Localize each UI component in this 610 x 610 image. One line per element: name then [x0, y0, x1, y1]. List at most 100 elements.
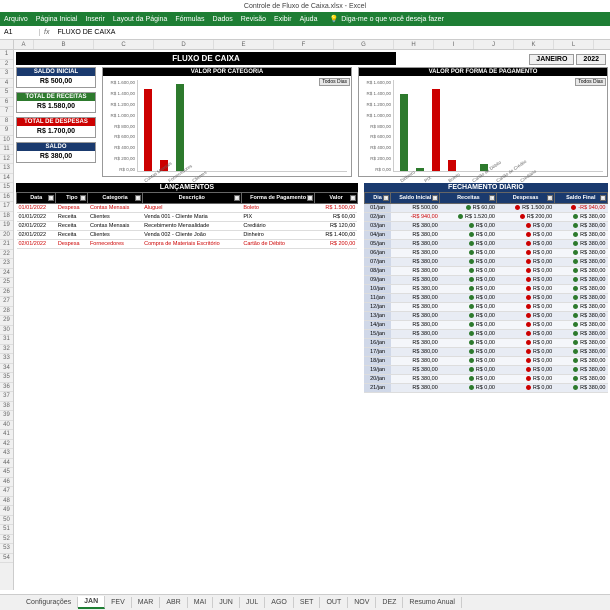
table-row[interactable]: 02/jan-R$ 940,00R$ 1.520,00R$ 200,00R$ 3… [364, 213, 607, 222]
fx-icon[interactable]: fx [40, 29, 53, 36]
column-header[interactable]: L [554, 40, 594, 49]
row-header[interactable]: 18 [0, 212, 13, 222]
table-header[interactable]: Forma de Pagamento▾ [241, 193, 315, 204]
table-row[interactable]: 10/janR$ 380,00R$ 0,00R$ 0,00R$ 380,00 [364, 285, 607, 294]
column-header[interactable]: D [154, 40, 214, 49]
row-header[interactable]: 48 [0, 497, 13, 507]
column-header[interactable]: A [14, 40, 34, 49]
formula-input[interactable]: FLUXO DE CAIXA [53, 29, 610, 36]
filter-dropdown-icon[interactable]: ▾ [234, 195, 240, 201]
row-header[interactable]: 22 [0, 250, 13, 260]
row-header[interactable]: 35 [0, 373, 13, 383]
row-header[interactable]: 9 [0, 126, 13, 136]
sheet-tab[interactable]: FEV [105, 597, 132, 608]
table-row[interactable]: 04/janR$ 380,00R$ 0,00R$ 0,00R$ 380,00 [364, 231, 607, 240]
table-row[interactable]: 16/janR$ 380,00R$ 0,00R$ 0,00R$ 380,00 [364, 339, 607, 348]
column-header[interactable]: E [214, 40, 274, 49]
row-header[interactable]: 41 [0, 430, 13, 440]
table-row[interactable]: 08/janR$ 380,00R$ 0,00R$ 0,00R$ 380,00 [364, 267, 607, 276]
ribbon-tab-layout[interactable]: Layout da Página [113, 16, 168, 23]
filter-dropdown-icon[interactable]: ▾ [307, 195, 313, 201]
sheet-tab[interactable]: Configurações [20, 597, 78, 608]
row-header[interactable]: 33 [0, 354, 13, 364]
tell-me[interactable]: 💡 Diga-me o que você deseja fazer [329, 15, 443, 23]
ribbon-tab-revisao[interactable]: Revisão [241, 16, 266, 23]
row-header[interactable]: 40 [0, 421, 13, 431]
table-row[interactable]: 07/janR$ 380,00R$ 0,00R$ 0,00R$ 380,00 [364, 258, 607, 267]
row-header[interactable]: 14 [0, 174, 13, 184]
table-header[interactable]: Despesas▾ [497, 193, 554, 204]
row-header[interactable]: 44 [0, 459, 13, 469]
row-header[interactable]: 49 [0, 506, 13, 516]
table-row[interactable]: 03/janR$ 380,00R$ 0,00R$ 0,00R$ 380,00 [364, 222, 607, 231]
table-row[interactable]: 01/01/2022ReceitaClientesVenda 001 - Cli… [17, 213, 358, 222]
row-header[interactable]: 50 [0, 516, 13, 526]
table-row[interactable]: 11/janR$ 380,00R$ 0,00R$ 0,00R$ 380,00 [364, 294, 607, 303]
row-header[interactable]: 51 [0, 525, 13, 535]
row-header[interactable]: 32 [0, 345, 13, 355]
chart-valor-pagamento[interactable]: VALOR POR FORMA DE PAGAMENTO Todos Dias … [358, 67, 608, 177]
table-row[interactable]: 19/janR$ 380,00R$ 0,00R$ 0,00R$ 380,00 [364, 366, 607, 375]
table-row[interactable]: 13/janR$ 380,00R$ 0,00R$ 0,00R$ 380,00 [364, 312, 607, 321]
table-row[interactable]: 02/01/2022ReceitaClientesVenda 002 - Cli… [17, 231, 358, 240]
filter-dropdown-icon[interactable]: ▾ [489, 195, 495, 201]
ribbon-tab-exibir[interactable]: Exibir [274, 16, 292, 23]
table-row[interactable]: 18/janR$ 380,00R$ 0,00R$ 0,00R$ 380,00 [364, 357, 607, 366]
row-header[interactable]: 23 [0, 259, 13, 269]
table-row[interactable]: 17/janR$ 380,00R$ 0,00R$ 0,00R$ 380,00 [364, 348, 607, 357]
column-header[interactable]: H [394, 40, 434, 49]
row-header[interactable]: 45 [0, 468, 13, 478]
ribbon-tab-arquivo[interactable]: Arquivo [4, 16, 28, 23]
sheet-tab[interactable]: MAR [132, 597, 161, 608]
sheet-tab[interactable]: NOV [348, 597, 376, 608]
sheet-tab[interactable]: SET [294, 597, 321, 608]
row-header[interactable]: 53 [0, 544, 13, 554]
ribbon-tab-formulas[interactable]: Fórmulas [175, 16, 204, 23]
table-header[interactable]: Receitas▾ [440, 193, 497, 204]
row-header[interactable]: 54 [0, 554, 13, 564]
row-header[interactable]: 19 [0, 221, 13, 231]
table-header[interactable]: Saldo Inicial▾ [391, 193, 440, 204]
filter-dropdown-icon[interactable]: ▾ [80, 195, 86, 201]
ribbon-tab-dados[interactable]: Dados [213, 16, 233, 23]
column-header[interactable]: G [334, 40, 394, 49]
sheet-tab[interactable]: JAN [78, 596, 105, 609]
filter-dropdown-icon[interactable]: ▾ [350, 195, 356, 201]
row-header[interactable]: 13 [0, 164, 13, 174]
row-header[interactable]: 37 [0, 392, 13, 402]
table-row[interactable]: 02/01/2022DespesaFornecedoresCompra de M… [17, 240, 358, 249]
row-header[interactable]: 16 [0, 193, 13, 203]
filter-dropdown-icon[interactable]: ▾ [432, 195, 438, 201]
column-header[interactable]: F [274, 40, 334, 49]
row-header[interactable]: 3 [0, 69, 13, 79]
row-header[interactable]: 26 [0, 288, 13, 298]
table-header[interactable]: Descrição▾ [142, 193, 241, 204]
table-row[interactable]: 21/janR$ 380,00R$ 0,00R$ 0,00R$ 380,00 [364, 384, 607, 393]
table-row[interactable]: 01/01/2022DespesaContas MensaisAluguelBo… [17, 204, 358, 213]
row-header[interactable]: 17 [0, 202, 13, 212]
row-header[interactable]: 2 [0, 60, 13, 70]
row-header[interactable]: 5 [0, 88, 13, 98]
sheet-tab[interactable]: AGO [265, 597, 294, 608]
worksheet[interactable]: FLUXO DE CAIXA JANEIRO 2022 SALDO INICIA… [14, 50, 610, 590]
row-header[interactable]: 46 [0, 478, 13, 488]
column-header[interactable]: I [434, 40, 474, 49]
column-header[interactable]: J [474, 40, 514, 49]
row-header[interactable]: 21 [0, 240, 13, 250]
table-row[interactable]: 05/janR$ 380,00R$ 0,00R$ 0,00R$ 380,00 [364, 240, 607, 249]
table-header[interactable]: Tipo▾ [56, 193, 88, 204]
sheet-tab[interactable]: Resumo Anual [403, 597, 462, 608]
chart-valor-categoria[interactable]: VALOR POR CATEGORIA Todos Dias R$ 1.600,… [102, 67, 352, 177]
row-header[interactable]: 11 [0, 145, 13, 155]
row-header[interactable]: 4 [0, 79, 13, 89]
table-row[interactable]: 06/janR$ 380,00R$ 0,00R$ 0,00R$ 380,00 [364, 249, 607, 258]
row-header[interactable]: 7 [0, 107, 13, 117]
row-header[interactable]: 1 [0, 50, 13, 60]
table-row[interactable]: 14/janR$ 380,00R$ 0,00R$ 0,00R$ 380,00 [364, 321, 607, 330]
sheet-tab[interactable]: JUN [213, 597, 240, 608]
table-header[interactable]: Dia▾ [364, 193, 391, 204]
row-header[interactable]: 42 [0, 440, 13, 450]
ribbon-tab-ajuda[interactable]: Ajuda [300, 16, 318, 23]
sheet-tab[interactable]: DEZ [376, 597, 403, 608]
ribbon-tab-inserir[interactable]: Inserir [85, 16, 104, 23]
